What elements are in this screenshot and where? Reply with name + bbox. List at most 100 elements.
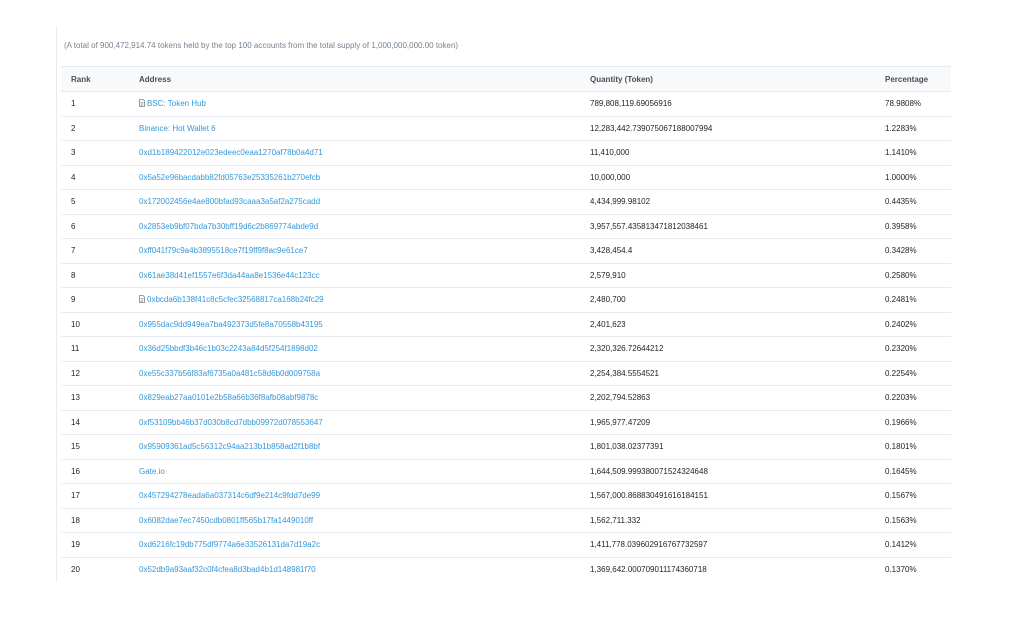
holder-address-link[interactable]: 0x36d25bbdf3b46c1b03c2243a84d5f254f1898d…	[139, 344, 318, 353]
holder-address-link[interactable]: 0xff041f79c9a4b3895518ce7f19ff9f8ac9e61c…	[139, 246, 308, 255]
rank-value: 18	[71, 515, 80, 525]
rank-cell: 20	[61, 557, 129, 581]
rank-value: 17	[71, 491, 80, 501]
quantity-cell: 2,254,384.5554521	[580, 361, 875, 386]
quantity-cell: 2,480,700	[580, 287, 875, 313]
percentage-cell: 0.3958%	[875, 214, 951, 239]
rank-cell: 4	[61, 165, 129, 190]
rank-cell: 17	[61, 483, 129, 509]
holder-address-link[interactable]: 0xbcda6b138f41c8c5cfec32568817ca168b24fc…	[147, 295, 324, 304]
table-row: 14 0xf53109bb46b37d030b8cd7dbb09972d0785…	[61, 410, 951, 435]
rank-cell: 15	[61, 434, 129, 460]
rank-value: 10	[71, 319, 80, 329]
column-header-address: Address	[129, 66, 580, 92]
quantity-cell: 3,428,454.4	[580, 238, 875, 264]
table-row: 9 0xbcda6b138f41c8c5cfec32568817ca168b24…	[61, 287, 951, 313]
holders-table-body: 1 BSC: Token Hub 789,808,119.69056916 78…	[61, 91, 951, 582]
quantity-cell: 1,644,509.999380071524324648	[580, 459, 875, 484]
holder-address-link[interactable]: 0xe55c337b56f83af6735a0a481c58d6b0d00975…	[139, 369, 320, 378]
percentage-value: 0.2320%	[885, 344, 917, 354]
rank-cell: 2	[61, 116, 129, 141]
address-cell: 0x61ae38d41ef1557e6f3da44aa8e1536e44c123…	[129, 263, 580, 288]
address-cell: BSC: Token Hub	[129, 91, 580, 117]
percentage-value: 1.1410%	[885, 148, 917, 158]
table-row: 6 0x2853eb9bf07bda7b30bff19d6c2b869774ab…	[61, 214, 951, 239]
holder-address-link[interactable]: Gate.io	[139, 467, 165, 476]
rank-cell: 16	[61, 459, 129, 484]
holder-address-link[interactable]: 0x61ae38d41ef1557e6f3da44aa8e1536e44c123…	[139, 271, 320, 280]
quantity-value: 3,957,557.435813471812038461	[590, 221, 708, 231]
holder-address-link[interactable]: 0xd1b189422012e023edeec0eaa1270af78b0a4d…	[139, 148, 323, 157]
quantity-cell: 2,202,794.52863	[580, 385, 875, 411]
header-row: Rank Address Quantity (Token) Percentage	[61, 66, 951, 92]
holder-address-link[interactable]: 0x955dac9dd949ea7ba492373d5fe8a70558b431…	[139, 320, 323, 329]
holder-address-link[interactable]: 0xd6216fc19db775df9774a6e33526131da7d19a…	[139, 540, 320, 549]
quantity-cell: 10,000,000	[580, 165, 875, 190]
rank-value: 7	[71, 246, 76, 256]
percentage-value: 0.1412%	[885, 540, 917, 550]
table-row: 3 0xd1b189422012e023edeec0eaa1270af78b0a…	[61, 140, 951, 166]
quantity-cell: 11,410,000	[580, 140, 875, 166]
percentage-cell: 0.2320%	[875, 336, 951, 362]
holder-address-link[interactable]: 0x457294278eada6a037314c6df9e214c9fdd7de…	[139, 491, 320, 500]
percentage-value: 0.2481%	[885, 295, 917, 305]
percentage-value: 0.2203%	[885, 393, 917, 403]
rank-value: 14	[71, 417, 80, 427]
holder-address-link[interactable]: BSC: Token Hub	[147, 99, 206, 108]
holder-address-link[interactable]: 0x2853eb9bf07bda7b30bff19d6c2b869774abde…	[139, 222, 318, 231]
rank-cell: 8	[61, 263, 129, 288]
percentage-value: 0.4435%	[885, 197, 917, 207]
holder-address-link[interactable]: 0x172002456e4ae800bfad93caaa3a5af2a275ca…	[139, 197, 320, 206]
percentage-value: 0.1563%	[885, 515, 917, 525]
quantity-cell: 1,369,642.000709011174360718	[580, 557, 875, 581]
percentage-cell: 0.2580%	[875, 263, 951, 288]
holder-address-link[interactable]: 0xf53109bb46b37d030b8cd7dbb09972d0785536…	[139, 418, 323, 427]
address-cell: 0xf53109bb46b37d030b8cd7dbb09972d0785536…	[129, 410, 580, 435]
percentage-value: 0.3958%	[885, 221, 917, 231]
rank-cell: 14	[61, 410, 129, 435]
address-cell: Gate.io	[129, 459, 580, 484]
column-header-rank: Rank	[61, 66, 129, 92]
percentage-cell: 1.1410%	[875, 140, 951, 166]
rank-cell: 5	[61, 189, 129, 215]
rank-value: 11	[71, 344, 80, 354]
holder-address-link[interactable]: 0x5a52e96bacdabb82fd05763e25335261b270ef…	[139, 173, 320, 182]
quantity-cell: 2,320,326.72644212	[580, 336, 875, 362]
holder-address-link[interactable]: 0x52db9a93aaf32c0f4cfea8d3bad4b1d148981f…	[139, 565, 316, 574]
percentage-value: 0.2402%	[885, 319, 917, 329]
contract-file-icon	[139, 99, 145, 108]
rank-value: 4	[71, 172, 76, 182]
quantity-value: 1,567,000.868830491616184151	[590, 491, 708, 501]
column-header-percentage: Percentage	[875, 66, 951, 92]
percentage-cell: 1.2283%	[875, 116, 951, 141]
quantity-value: 2,579,910	[590, 270, 626, 280]
percentage-cell: 0.2402%	[875, 312, 951, 337]
quantity-cell: 1,567,000.868830491616184151	[580, 483, 875, 509]
quantity-value: 11,410,000	[590, 148, 630, 158]
percentage-cell: 0.2481%	[875, 287, 951, 313]
rank-cell: 7	[61, 238, 129, 264]
percentage-cell: 0.4435%	[875, 189, 951, 215]
rank-cell: 18	[61, 508, 129, 533]
address-cell: 0x829eab27aa0101e2b58a66b36f8afb08abf987…	[129, 385, 580, 411]
table-row: 10 0x955dac9dd949ea7ba492373d5fe8a70558b…	[61, 312, 951, 337]
address-cell: 0x172002456e4ae800bfad93caaa3a5af2a275ca…	[129, 189, 580, 215]
rank-value: 3	[71, 148, 76, 158]
table-row: 19 0xd6216fc19db775df9774a6e33526131da7d…	[61, 532, 951, 558]
address-cell: 0xbcda6b138f41c8c5cfec32568817ca168b24fc…	[129, 287, 580, 313]
holders-table-header: Rank Address Quantity (Token) Percentage	[61, 66, 951, 92]
table-row: 13 0x829eab27aa0101e2b58a66b36f8afb08abf…	[61, 385, 951, 411]
holder-address-link[interactable]: 0x6082dae7ec7450cdb0801ff565b17fa1449010…	[139, 516, 313, 525]
holder-address-link[interactable]: 0x829eab27aa0101e2b58a66b36f8afb08abf987…	[139, 393, 318, 402]
holder-address-link[interactable]: Binance: Hot Wallet 6	[139, 124, 216, 133]
table-row: 20 0x52db9a93aaf32c0f4cfea8d3bad4b1d1489…	[61, 557, 951, 581]
rank-cell: 19	[61, 532, 129, 558]
address-cell: 0xd6216fc19db775df9774a6e33526131da7d19a…	[129, 532, 580, 558]
table-row: 1 BSC: Token Hub 789,808,119.69056916 78…	[61, 91, 951, 117]
address-cell: 0x95909361ad5c56312c94aa213b1b858ad2f1b8…	[129, 434, 580, 460]
rank-cell: 10	[61, 312, 129, 337]
address-cell: 0x2853eb9bf07bda7b30bff19d6c2b869774abde…	[129, 214, 580, 239]
holder-address-link[interactable]: 0x95909361ad5c56312c94aa213b1b858ad2f1b8…	[139, 442, 320, 451]
percentage-cell: 0.1966%	[875, 410, 951, 435]
rank-value: 6	[71, 221, 76, 231]
